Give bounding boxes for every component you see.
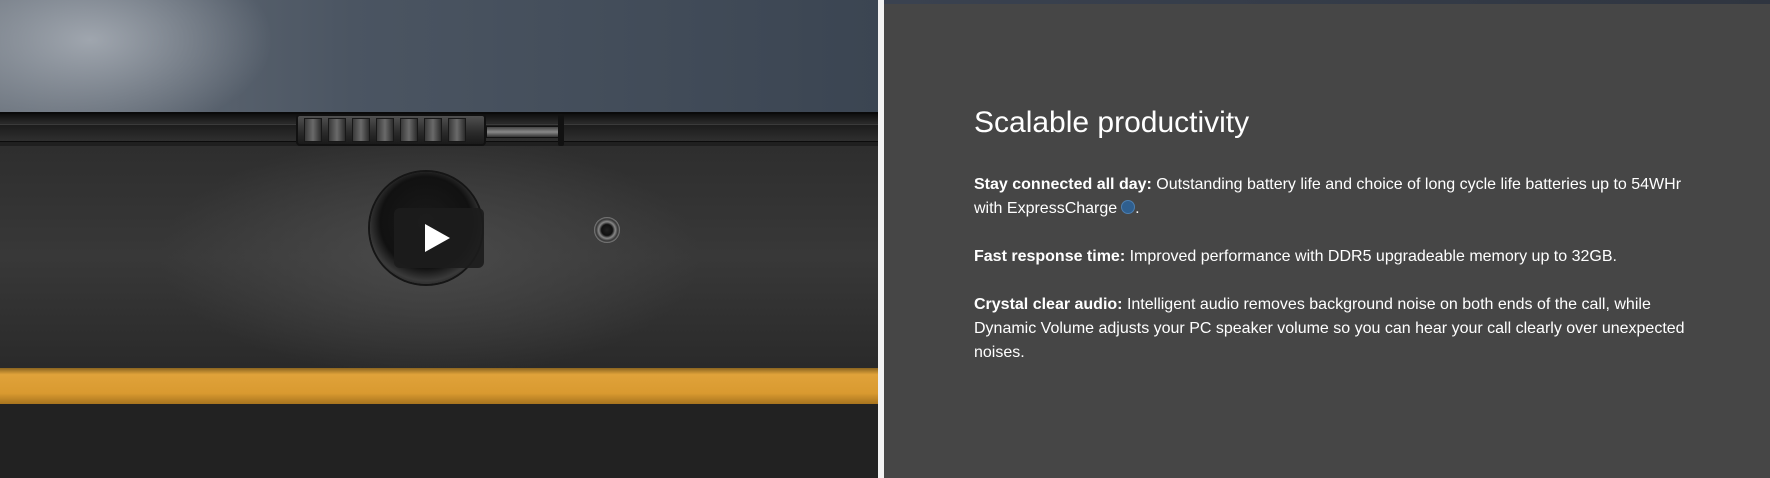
feature-heading: Fast response time: [974,248,1126,265]
video-thumbnail[interactable] [0,0,878,478]
feature-heading: Stay connected all day: [974,176,1152,193]
shutter-ridge [448,118,466,142]
section-title: Scalable productivity [974,106,1250,139]
shutter-ridge [304,118,322,142]
camera-shutter [296,114,486,146]
play-icon [425,224,450,252]
laptop-base [0,404,878,478]
play-button[interactable] [394,208,484,268]
feature-suffix: . [1135,200,1140,217]
feature-heading: Crystal clear audio: [974,296,1123,313]
shutter-ridge [376,118,394,142]
feature-battery: Stay connected all day: Outstanding batt… [974,173,1694,221]
page: Scalable productivity Stay connected all… [0,0,1770,478]
feature-audio: Crystal clear audio: Intelligent audio r… [974,293,1694,365]
feature-memory: Fast response time: Improved performance… [974,245,1694,269]
shutter-ridge [328,118,346,142]
shutter-slider-track [486,126,562,138]
shutter-ridge [400,118,418,142]
shutter-ridge [352,118,370,142]
info-circle-icon[interactable] [1121,200,1136,214]
ambient-light-sensor [594,217,620,243]
background-wall [0,0,878,112]
feature-panel: Scalable productivity Stay connected all… [884,0,1770,478]
shutter-ridge [424,118,442,142]
feature-text: Improved performance with DDR5 upgradeab… [1125,248,1617,265]
shutter-slider-stop [558,114,564,146]
accent-stripe [0,368,878,404]
